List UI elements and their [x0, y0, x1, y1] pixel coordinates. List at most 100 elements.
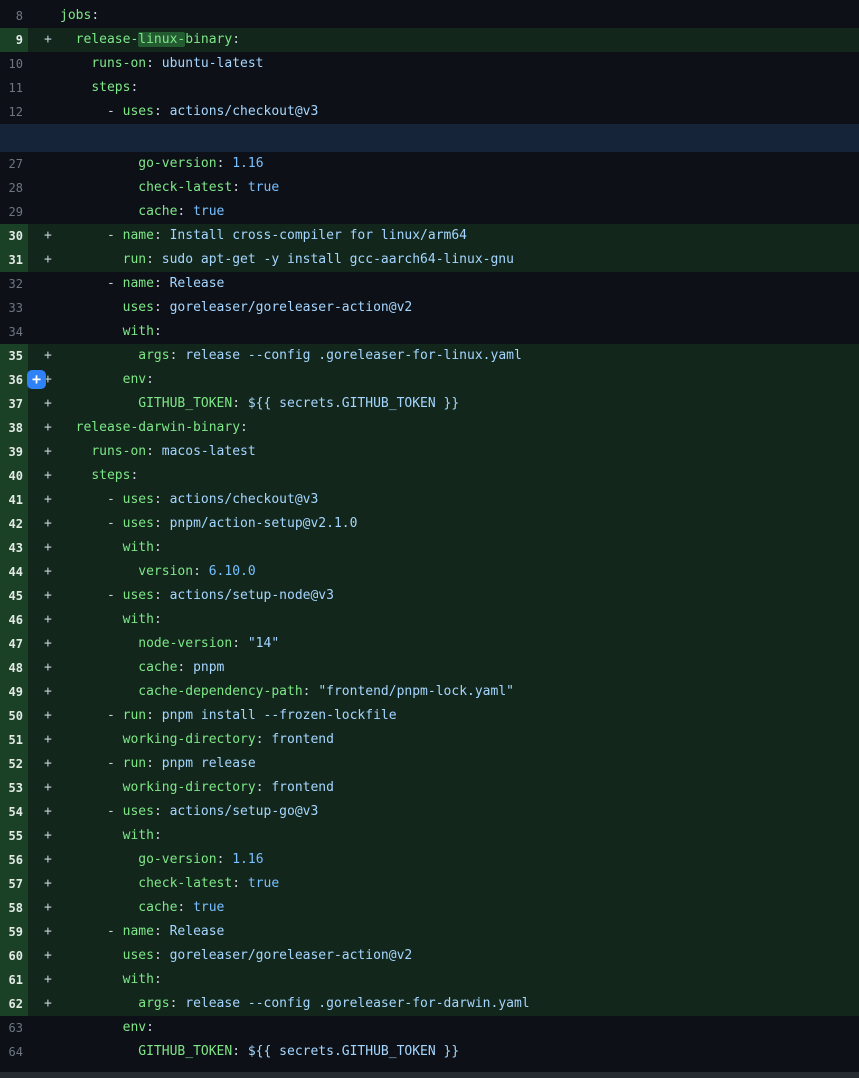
line-number[interactable]: 56: [0, 848, 28, 872]
line-number[interactable]: 58: [0, 896, 28, 920]
code-segment: [60, 348, 138, 363]
code-segment: [60, 80, 91, 95]
line-number[interactable]: 11: [0, 76, 28, 100]
code-segment: actions/setup-go@v3: [170, 804, 319, 819]
code-segment: run: [123, 756, 146, 771]
code-segment: :: [177, 900, 193, 915]
code-line: cache: true: [60, 200, 224, 224]
add-comment-button[interactable]: +: [27, 370, 46, 389]
code-segment: actions/checkout@v3: [170, 492, 319, 507]
line-number[interactable]: 30: [0, 224, 28, 248]
code-segment: [60, 156, 138, 171]
diff-marker: +: [28, 872, 60, 896]
line-number[interactable]: 39: [0, 440, 28, 464]
line-number[interactable]: 62: [0, 992, 28, 1016]
line-number[interactable]: 50: [0, 704, 28, 728]
bottom-divider: [0, 1072, 859, 1078]
diff-row-line-57: 57+ check-latest: true: [0, 872, 859, 896]
line-number[interactable]: 52: [0, 752, 28, 776]
code-line: GITHUB_TOKEN: ${{ secrets.GITHUB_TOKEN }…: [60, 1040, 459, 1064]
line-number[interactable]: 37: [0, 392, 28, 416]
line-number[interactable]: 9: [0, 28, 28, 52]
diff-row-line-40: 40+ steps:: [0, 464, 859, 488]
diff-row-line-37: 37+ GITHUB_TOKEN: ${{ secrets.GITHUB_TOK…: [0, 392, 859, 416]
diff-marker: +: [28, 536, 60, 560]
diff-row-line-32: 32 - name: Release: [0, 272, 859, 296]
line-number[interactable]: 46: [0, 608, 28, 632]
diff-row-line-50: 50+ - run: pnpm install --frozen-lockfil…: [0, 704, 859, 728]
line-number[interactable]: 43: [0, 536, 28, 560]
code-segment: cache: [138, 900, 177, 915]
line-number[interactable]: 41: [0, 488, 28, 512]
code-segment: :: [232, 180, 248, 195]
code-line: run: sudo apt-get -y install gcc-aarch64…: [60, 248, 514, 272]
line-number[interactable]: 48: [0, 656, 28, 680]
code-segment: -: [60, 588, 123, 603]
diff-row-line-41: 41+ - uses: actions/checkout@v3: [0, 488, 859, 512]
line-number[interactable]: 29: [0, 200, 28, 224]
code-segment: release-darwin-binary: [76, 420, 240, 435]
diff-marker: [28, 176, 60, 200]
code-segment: [60, 612, 123, 627]
diff-row-line-12: 12 - uses: actions/checkout@v3: [0, 100, 859, 124]
code-segment: -: [60, 756, 123, 771]
diff-marker: +: [28, 776, 60, 800]
code-segment: 6.10.0: [209, 564, 256, 579]
line-number[interactable]: 34: [0, 320, 28, 344]
code-segment: :: [256, 780, 272, 795]
code-segment: [60, 540, 123, 555]
line-number[interactable]: 42: [0, 512, 28, 536]
code-segment: [60, 564, 138, 579]
line-number[interactable]: 49: [0, 680, 28, 704]
line-number[interactable]: 47: [0, 632, 28, 656]
line-number[interactable]: 36: [0, 368, 28, 392]
code-segment: steps: [91, 80, 130, 95]
code-segment: :: [130, 80, 138, 95]
diff-row-line-56: 56+ go-version: 1.16: [0, 848, 859, 872]
line-number[interactable]: 54: [0, 800, 28, 824]
diff-row-line-42: 42+ - uses: pnpm/action-setup@v2.1.0: [0, 512, 859, 536]
code-segment: run: [123, 252, 146, 267]
code-segment: :: [217, 852, 233, 867]
code-line: with:: [60, 608, 162, 632]
line-number[interactable]: 45: [0, 584, 28, 608]
diff-row-line-34: 34 with:: [0, 320, 859, 344]
line-number[interactable]: 63: [0, 1016, 28, 1040]
line-number[interactable]: 31: [0, 248, 28, 272]
line-number[interactable]: 38: [0, 416, 28, 440]
code-line: runs-on: ubuntu-latest: [60, 52, 264, 76]
line-number[interactable]: 53: [0, 776, 28, 800]
code-segment: uses: [123, 516, 154, 531]
line-number[interactable]: 61: [0, 968, 28, 992]
line-number[interactable]: 59: [0, 920, 28, 944]
line-number[interactable]: 57: [0, 872, 28, 896]
code-segment: [60, 300, 123, 315]
line-number[interactable]: 60: [0, 944, 28, 968]
line-number[interactable]: 44: [0, 560, 28, 584]
code-line: go-version: 1.16: [60, 848, 264, 872]
line-number[interactable]: 33: [0, 296, 28, 320]
line-number[interactable]: 8: [0, 4, 28, 28]
line-number[interactable]: 40: [0, 464, 28, 488]
line-number[interactable]: 55: [0, 824, 28, 848]
line-number[interactable]: 51: [0, 728, 28, 752]
code-segment: :: [146, 708, 162, 723]
diff-marker: +: [28, 488, 60, 512]
expand-hunk-bar[interactable]: [0, 124, 859, 152]
code-segment: [60, 204, 138, 219]
line-number[interactable]: 32: [0, 272, 28, 296]
code-line: cache: pnpm: [60, 656, 224, 680]
line-number[interactable]: 35: [0, 344, 28, 368]
code-line: check-latest: true: [60, 872, 279, 896]
code-segment: run: [123, 708, 146, 723]
code-segment: :: [154, 828, 162, 843]
diff-marker: [28, 100, 60, 124]
code-line: - uses: actions/setup-go@v3: [60, 800, 318, 824]
line-number[interactable]: 64: [0, 1040, 28, 1064]
code-segment: macos-latest: [162, 444, 256, 459]
line-number[interactable]: 12: [0, 100, 28, 124]
line-number[interactable]: 10: [0, 52, 28, 76]
line-number[interactable]: 27: [0, 152, 28, 176]
diff-marker: +: [28, 608, 60, 632]
line-number[interactable]: 28: [0, 176, 28, 200]
